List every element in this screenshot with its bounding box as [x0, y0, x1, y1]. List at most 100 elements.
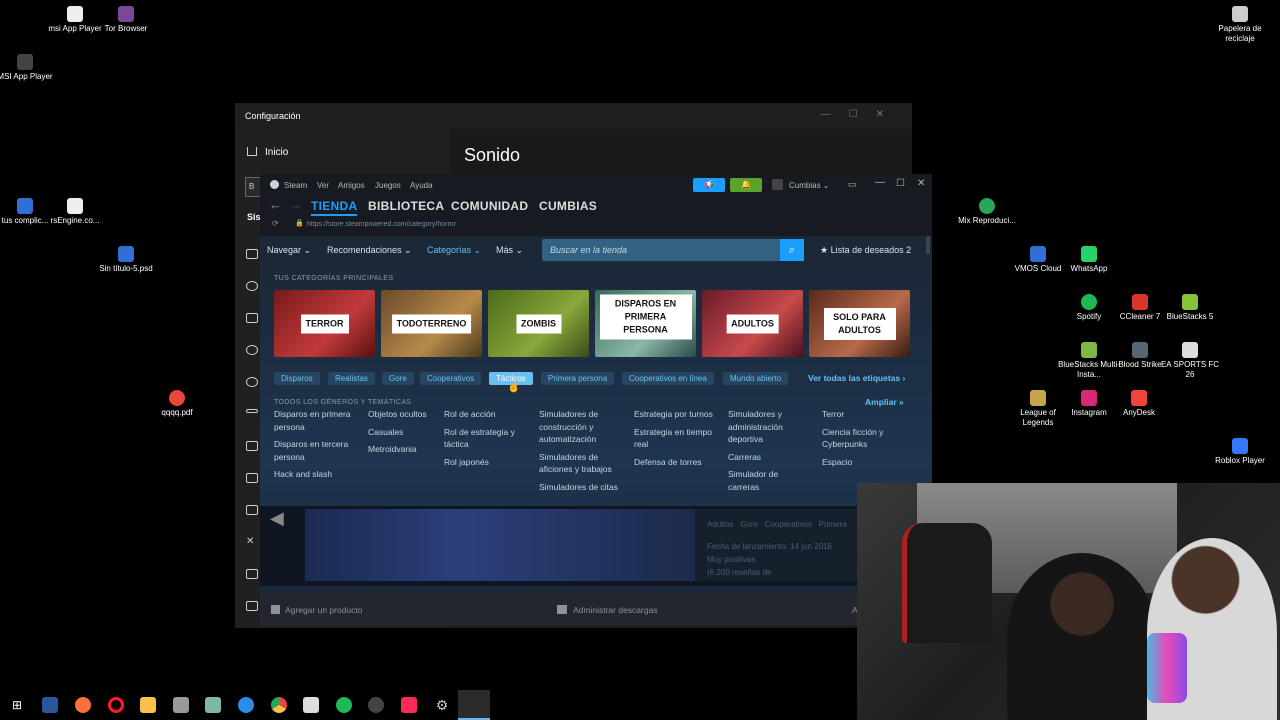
- category-tile-terror[interactable]: TERROR: [274, 290, 375, 357]
- genre-link[interactable]: Rol de acción: [444, 408, 526, 421]
- desktop-icon-tor-browser[interactable]: Tor Browser: [94, 6, 158, 34]
- genre-link[interactable]: Espacio: [822, 456, 902, 469]
- category-tile-disparos-primera-persona[interactable]: DISPAROS EN PRIMERA PERSONA: [595, 290, 696, 357]
- avatar[interactable]: [772, 179, 783, 190]
- devices-icon[interactable]: [246, 441, 258, 451]
- genre-link[interactable]: Simulador de carreras: [728, 468, 808, 493]
- storage-icon[interactable]: [246, 409, 258, 413]
- category-tile-adultos[interactable]: ADULTOS: [702, 290, 803, 357]
- category-tile-solo-adultos[interactable]: SOLO PARA ADULTOS: [809, 290, 910, 357]
- genre-link[interactable]: Metroidvania: [368, 443, 440, 456]
- desktop-icon-msi-app-player-2[interactable]: MSI App Player: [0, 54, 57, 82]
- projection-icon[interactable]: [246, 505, 258, 515]
- menu-steam[interactable]: Steam: [284, 181, 307, 190]
- genre-link[interactable]: Simuladores de aficiones y trabajos: [539, 451, 627, 476]
- genre-link[interactable]: Objetos ocultos: [368, 408, 440, 421]
- menu-ayuda[interactable]: Ayuda: [410, 181, 433, 190]
- store-nav-navegar[interactable]: Navegar ⌄: [267, 245, 311, 256]
- tab-tienda[interactable]: TIENDA: [311, 199, 358, 216]
- multitasking-icon[interactable]: [246, 473, 258, 483]
- desktop-icon-sin-titulo[interactable]: Sin título-5.psd: [94, 246, 158, 274]
- store-nav-recomendaciones[interactable]: Recomendaciones ⌄: [327, 245, 412, 256]
- store-nav-mas[interactable]: Más ⌄: [496, 245, 523, 256]
- maximize-icon[interactable]: ☐: [896, 178, 905, 189]
- genre-link[interactable]: Simuladores y administración deportiva: [728, 408, 808, 446]
- tab-cumbias[interactable]: CUMBIAS: [539, 199, 597, 213]
- carousel-prev-icon[interactable]: ◀: [270, 508, 284, 529]
- genre-link[interactable]: Defensa de torres: [634, 456, 722, 469]
- menu-ver[interactable]: Ver: [317, 181, 329, 190]
- menu-juegos[interactable]: Juegos: [375, 181, 401, 190]
- chrome-icon[interactable]: [271, 697, 287, 713]
- genre-link[interactable]: Simuladores de construcción y automatiza…: [539, 408, 627, 446]
- feature-tag[interactable]: Cooperativos: [765, 520, 812, 529]
- desktop-icon-bluestacks[interactable]: BlueStacks 5: [1158, 294, 1222, 322]
- scrollbar[interactable]: [926, 236, 930, 254]
- desktop-icon-anydesk[interactable]: AnyDesk: [1107, 390, 1171, 418]
- sound-icon[interactable]: [246, 281, 258, 291]
- tag-disparos[interactable]: Disparos: [274, 372, 320, 385]
- settings-home[interactable]: Inicio: [247, 147, 288, 158]
- close-icon[interactable]: ✕: [917, 178, 925, 189]
- capcut-icon[interactable]: [303, 697, 319, 713]
- firefox-icon[interactable]: [75, 697, 91, 713]
- feature-tag[interactable]: Primera: [819, 520, 847, 529]
- tab-biblioteca[interactable]: BIBLIOTECA: [368, 199, 444, 213]
- genre-link[interactable]: Disparos en primera persona: [274, 408, 364, 433]
- desktop-icon-mix[interactable]: Mix Reproduci...: [955, 198, 1019, 226]
- wishlist-link[interactable]: ★ Lista de deseados 2: [820, 245, 911, 256]
- tag-realistas[interactable]: Realistas: [328, 372, 375, 385]
- url-bar[interactable]: https://store.steampowered.com/category/…: [307, 221, 456, 228]
- file-explorer-icon[interactable]: [140, 697, 156, 713]
- genre-link[interactable]: Rol japonés: [444, 456, 526, 469]
- word-icon[interactable]: [42, 697, 58, 713]
- see-all-tags-link[interactable]: Ver todas las etiquetas ›: [808, 372, 905, 385]
- edge-icon[interactable]: [238, 697, 254, 713]
- settings-window-controls[interactable]: —☐✕: [821, 109, 902, 120]
- category-tile-zombis[interactable]: ZOMBIS: [488, 290, 589, 357]
- search-button[interactable]: ⌕: [780, 239, 804, 261]
- genre-link[interactable]: Hack and slash: [274, 468, 364, 481]
- settings-icon[interactable]: ⚙: [434, 697, 450, 713]
- power-icon[interactable]: [246, 377, 258, 387]
- focus-icon[interactable]: [246, 345, 258, 355]
- tag-mundo-abierto[interactable]: Mundo abierto: [723, 372, 789, 385]
- desktop-icon-whatsapp[interactable]: WhatsApp: [1057, 246, 1121, 274]
- feature-tag[interactable]: Gore: [740, 520, 758, 529]
- shared-icon[interactable]: ✕: [246, 537, 258, 547]
- genre-link[interactable]: Carreras: [728, 451, 808, 464]
- featured-game[interactable]: ◀ Adultos Gore Cooperativos Primera Fech…: [260, 506, 932, 586]
- obs-icon[interactable]: [368, 697, 384, 713]
- tab-comunidad[interactable]: COMUNIDAD: [451, 199, 528, 213]
- clipboard-icon[interactable]: [246, 569, 258, 579]
- remote-icon[interactable]: [246, 601, 258, 611]
- steam-icon[interactable]: [458, 690, 490, 720]
- notepad-icon[interactable]: [205, 697, 221, 713]
- feature-tag[interactable]: Adultos: [707, 520, 734, 529]
- manage-downloads-button[interactable]: Administrar descargas: [557, 605, 658, 615]
- refresh-icon[interactable]: ⟳: [272, 219, 279, 228]
- forward-arrow-icon[interactable]: →: [289, 197, 302, 212]
- back-arrow-icon[interactable]: ←: [269, 197, 282, 212]
- user-menu[interactable]: Cumbias ⌄: [789, 181, 830, 190]
- notifications-icon[interactable]: [246, 313, 258, 323]
- store-nav-categorias[interactable]: Categorías ⌄: [427, 245, 481, 256]
- opera-icon[interactable]: [108, 697, 124, 713]
- tiktok-icon[interactable]: [401, 697, 417, 713]
- expand-link[interactable]: Ampliar »: [865, 397, 904, 407]
- desktop-icon-ea-sports[interactable]: EA SPORTS FC 26: [1158, 342, 1222, 380]
- category-tile-todoterreno[interactable]: TODOTERRENO: [381, 290, 482, 357]
- notifications-button[interactable]: 🔔: [730, 178, 762, 192]
- app-icon[interactable]: [173, 697, 189, 713]
- tag-primera-persona[interactable]: Primera persona: [541, 372, 615, 385]
- desktop-icon-recycle-bin[interactable]: Papelera de reciclaje: [1208, 6, 1272, 44]
- menu-amigos[interactable]: Amigos: [338, 181, 365, 190]
- genre-link[interactable]: Estrategia en tiempo real: [634, 426, 722, 451]
- desktop-icon-roblox[interactable]: Roblox Player: [1208, 438, 1272, 466]
- genre-link[interactable]: Casuales: [368, 426, 440, 439]
- windows-start-icon[interactable]: ⊞: [9, 697, 25, 713]
- add-product-button[interactable]: Agregar un producto: [271, 605, 363, 615]
- announcements-button[interactable]: 📢: [693, 178, 725, 192]
- genre-link[interactable]: Simuladores de citas: [539, 481, 627, 494]
- tag-cooperativos-en-linea[interactable]: Cooperativos en línea: [622, 372, 714, 385]
